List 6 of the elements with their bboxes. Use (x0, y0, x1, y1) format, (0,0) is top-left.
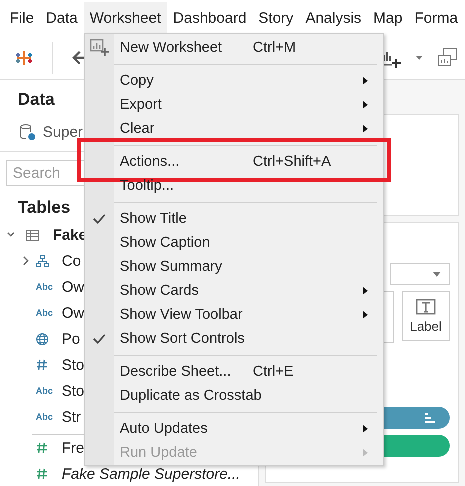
type-label: Abc (36, 282, 54, 292)
type-label: Abc (36, 412, 54, 422)
pane-title: Data (18, 90, 55, 109)
type-label: Abc (36, 308, 54, 318)
section-heading: Tables (18, 198, 71, 217)
type-label: Abc (36, 386, 54, 396)
